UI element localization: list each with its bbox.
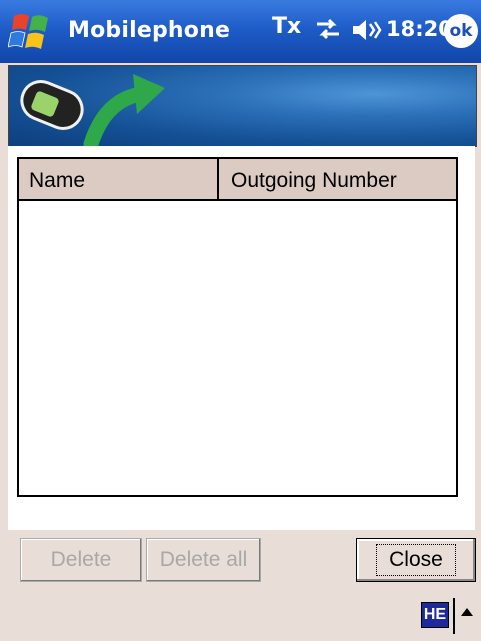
- divider: [453, 598, 455, 634]
- clock[interactable]: 18:20: [386, 17, 453, 41]
- delete-button[interactable]: Delete: [20, 538, 142, 582]
- column-divider[interactable]: [217, 159, 219, 199]
- column-header-name[interactable]: Name: [29, 169, 85, 193]
- sync-icon[interactable]: [313, 16, 343, 42]
- header-banner: [8, 65, 477, 147]
- cellphone-icon: [20, 80, 84, 130]
- column-header-outgoing-number[interactable]: Outgoing Number: [231, 169, 397, 193]
- tx-icon[interactable]: Tx: [272, 14, 301, 39]
- sip-up-arrow-icon[interactable]: [459, 606, 475, 618]
- outgoing-numbers-list[interactable]: Name Outgoing Number: [17, 157, 458, 497]
- close-button-label: Close: [376, 544, 456, 576]
- app-title: Mobilephone: [68, 18, 231, 43]
- menu-bar: [0, 590, 481, 641]
- outgoing-arrow-icon: [83, 74, 165, 146]
- input-method-button[interactable]: HE: [421, 602, 449, 628]
- title-bar: Mobilephone Tx 18:20 ok: [0, 0, 481, 63]
- ok-button[interactable]: ok: [444, 14, 478, 48]
- close-button[interactable]: Close: [356, 538, 476, 582]
- list-header: Name Outgoing Number: [19, 159, 456, 201]
- delete-all-button[interactable]: Delete all: [146, 538, 261, 582]
- volume-icon[interactable]: [350, 16, 384, 44]
- windows-start-icon[interactable]: [8, 10, 54, 56]
